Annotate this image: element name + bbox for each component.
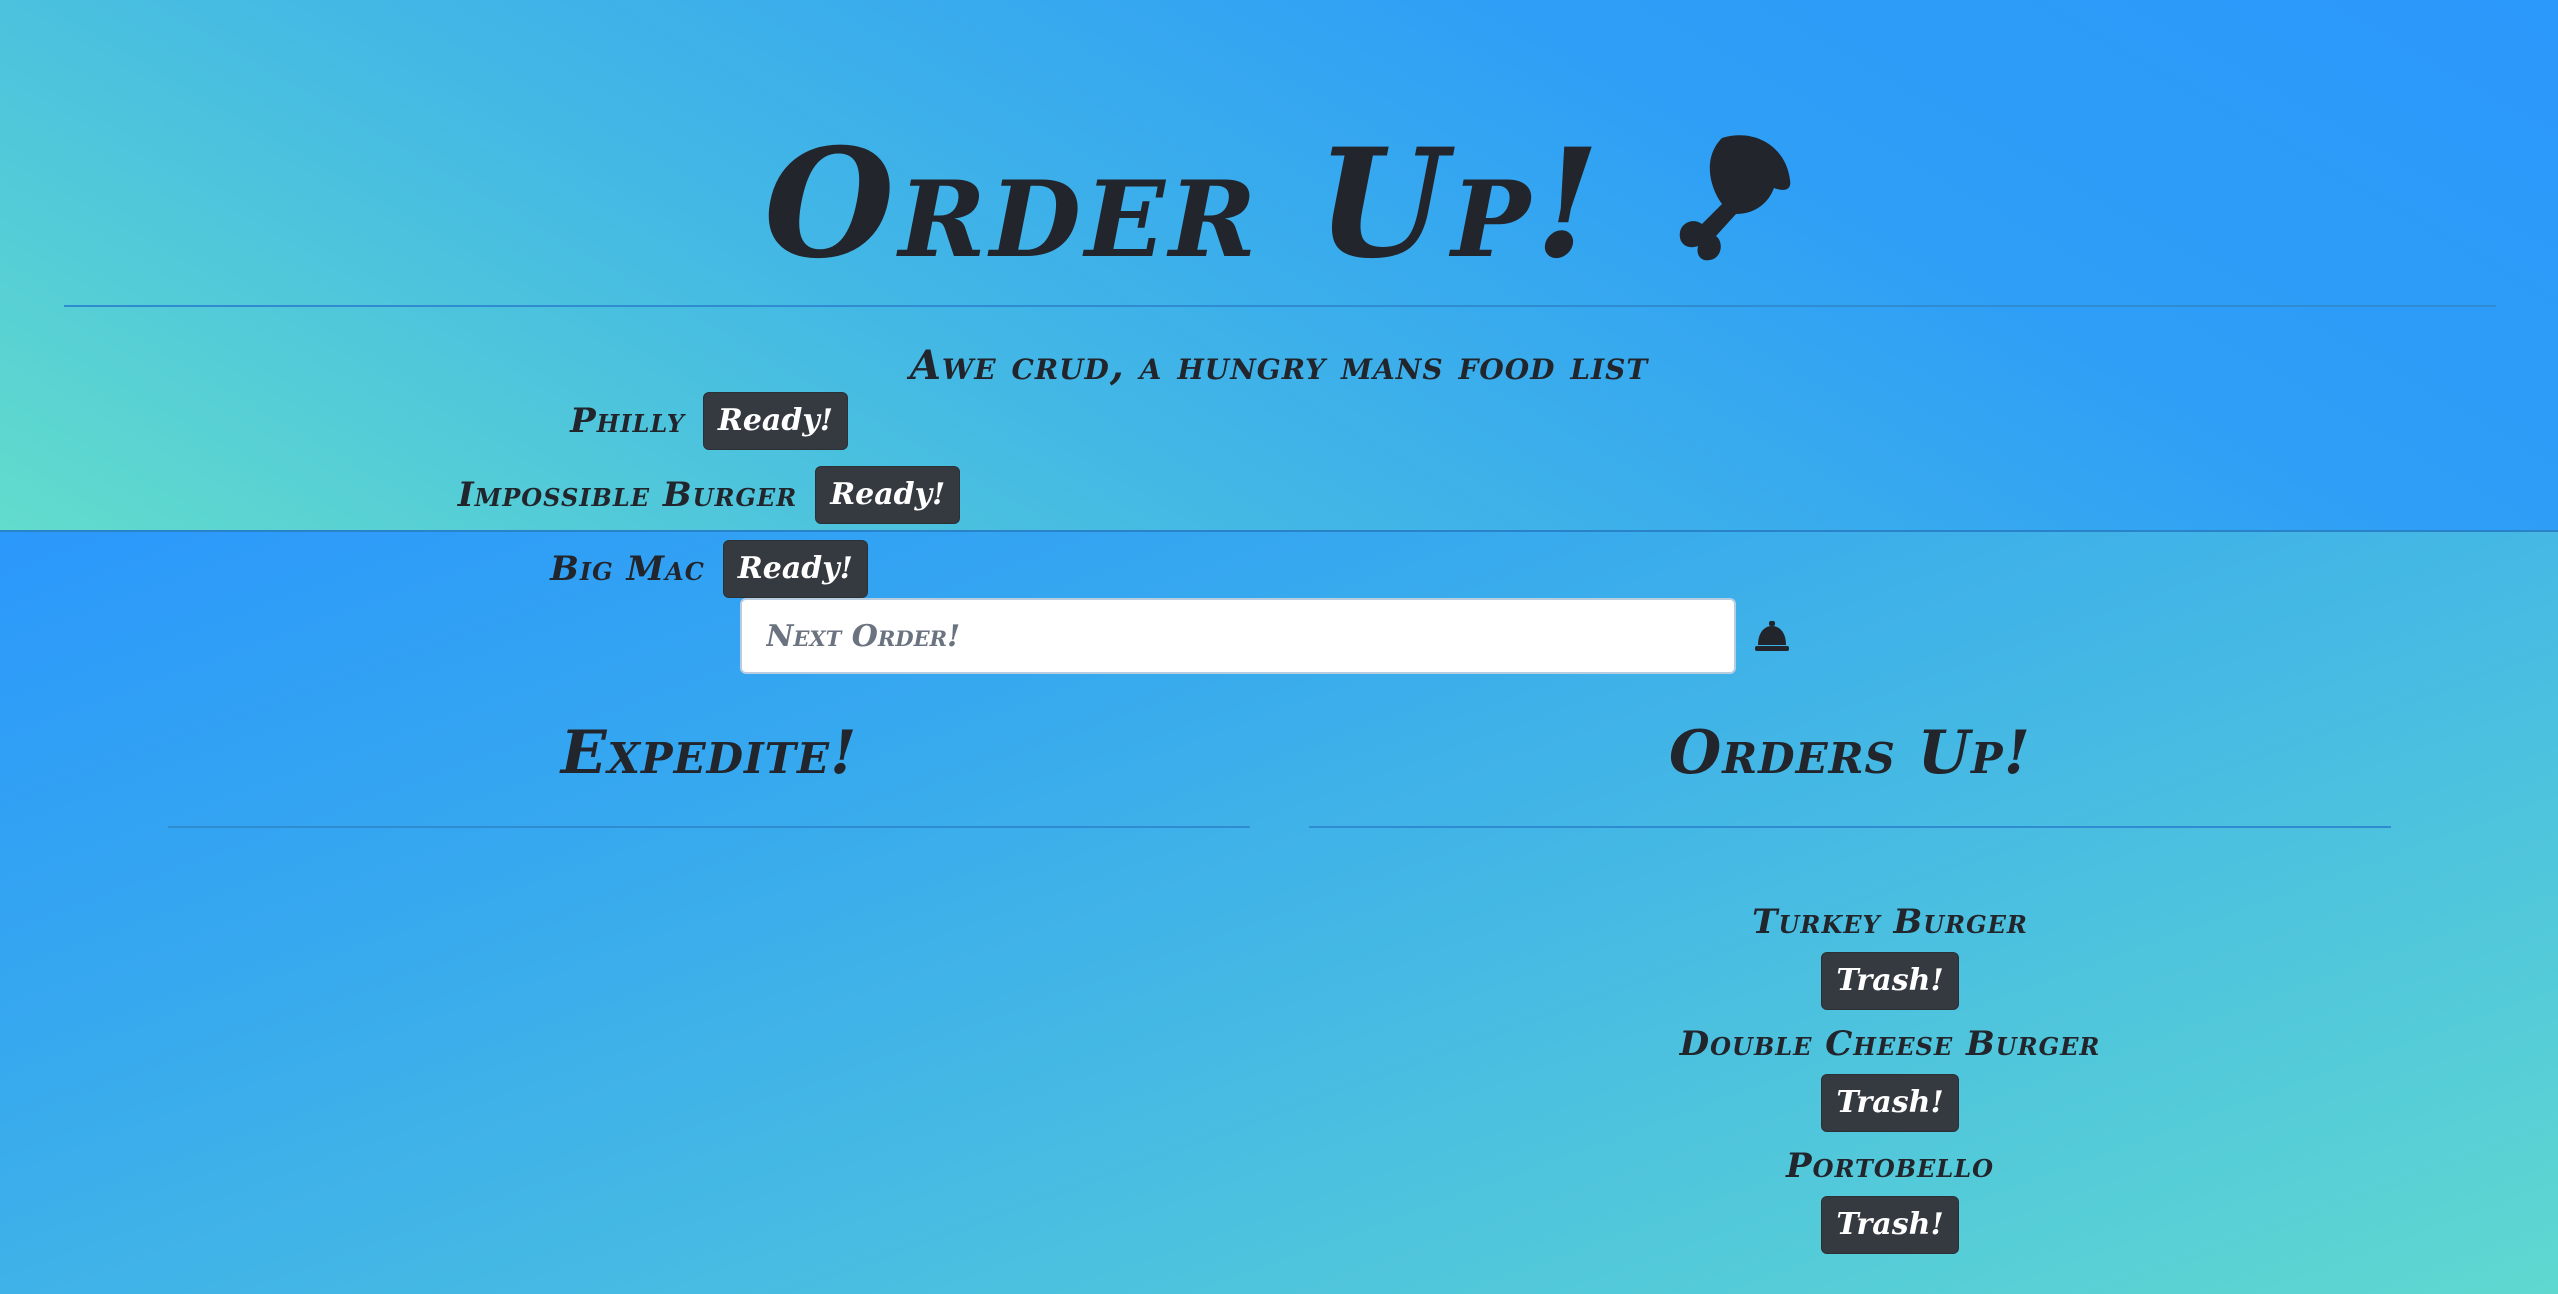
list-item: Turkey Burger Trash!: [1309, 896, 2471, 1018]
list-item: Portobello Trash!: [1309, 1140, 2471, 1262]
order-name: Big Mac: [550, 549, 705, 589]
list-item: Philly Ready!: [168, 384, 1250, 458]
drumstick-icon: [1644, 118, 1794, 268]
expedite-list: Philly Ready! Impossible Burger Ready! B…: [168, 384, 1250, 606]
order-name: Philly: [570, 401, 685, 441]
orders-up-heading: Orders Up!: [1669, 718, 2031, 788]
list-item: Big Mac Ready!: [168, 532, 1250, 606]
ready-button[interactable]: Ready!: [722, 540, 868, 598]
ready-button[interactable]: Ready!: [702, 392, 848, 450]
trash-button[interactable]: Trash!: [1821, 952, 1959, 1010]
expedite-divider: [168, 826, 1250, 828]
order-name: Impossible Burger: [457, 475, 798, 515]
orders-up-column: Orders Up!: [1309, 708, 2391, 828]
list-item: Impossible Burger Ready!: [168, 458, 1250, 532]
trash-button[interactable]: Trash!: [1821, 1196, 1959, 1254]
trash-button[interactable]: Trash!: [1821, 1074, 1959, 1132]
next-order-input[interactable]: [740, 598, 1736, 674]
ready-button[interactable]: Ready!: [815, 466, 961, 524]
page-title-text: Order Up!: [763, 116, 1605, 292]
orders-up-list: Turkey Burger Trash! Double Cheese Burge…: [1309, 896, 2471, 1262]
page-title: Order Up!: [0, 118, 2558, 289]
order-name: Turkey Burger: [1752, 902, 2028, 942]
order-name: Double Cheese Burger: [1679, 1024, 2101, 1064]
list-item: Double Cheese Burger Trash!: [1309, 1018, 2471, 1140]
expedite-column: Expedite!: [168, 708, 1250, 828]
order-name: Portobello: [1786, 1146, 1994, 1186]
expedite-heading: Expedite!: [560, 718, 858, 788]
bell-icon: [1752, 620, 1792, 658]
add-order-button[interactable]: [1752, 612, 1792, 660]
orders-up-divider: [1309, 826, 2391, 828]
header-divider: [64, 305, 2496, 307]
